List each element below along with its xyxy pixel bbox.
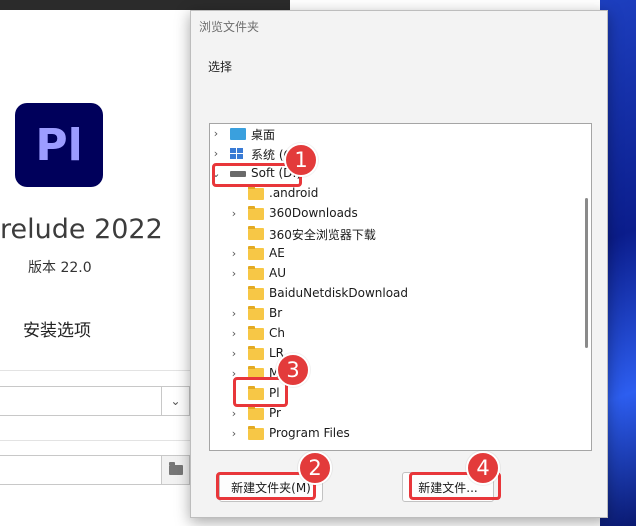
chevron-down-icon[interactable]: ⌄	[161, 387, 189, 415]
chevron-right-icon[interactable]: ›	[229, 267, 239, 281]
tree-item-label: Program Files	[269, 426, 350, 440]
tree-item-folder[interactable]: › Program Files	[210, 424, 580, 444]
product-name: relude 2022	[0, 214, 163, 245]
folder-icon	[248, 286, 264, 300]
tree-item-label: 360安全浏览器下载	[269, 228, 376, 242]
tree-item-label: 360Downloads	[269, 206, 358, 220]
app-logo: Pl	[15, 103, 103, 187]
tree-item-folder[interactable]: › 360Downloads	[210, 204, 580, 224]
tree-item-label: AE	[269, 246, 285, 260]
folder-icon	[248, 206, 264, 220]
folder-icon	[248, 346, 264, 360]
chevron-right-icon[interactable]: ›	[229, 207, 239, 221]
tree-item-label: Ch	[269, 326, 285, 340]
tree-item-folder[interactable]: › LR	[210, 344, 580, 364]
tree-item-folder[interactable]: › AU	[210, 264, 580, 284]
tree-item-folder[interactable]: 360安全浏览器下载	[210, 224, 580, 244]
tree-item-label: Pr	[269, 406, 281, 420]
chevron-right-icon[interactable]: ›	[229, 427, 239, 441]
step-badge-4: 4	[466, 451, 500, 485]
step-badge-2: 2	[298, 451, 332, 485]
tree-item-label: 桌面	[251, 128, 276, 142]
install-location-field[interactable]	[0, 455, 190, 485]
dialog-prompt: 选择	[208, 60, 233, 74]
divider	[0, 370, 190, 371]
chevron-right-icon[interactable]: ›	[211, 127, 221, 141]
chevron-right-icon[interactable]: ›	[229, 327, 239, 341]
desktop-icon	[230, 128, 246, 140]
version-label: 版本 22.0	[28, 260, 92, 276]
folder-icon	[248, 246, 264, 260]
tree-item-label: AU	[269, 266, 286, 280]
tree-item-folder[interactable]: BaiduNetdiskDownload	[210, 284, 580, 304]
language-select[interactable]: ⌄	[0, 386, 190, 416]
tree-item-folder[interactable]: .android	[210, 184, 580, 204]
system-drive-icon	[230, 148, 246, 160]
chevron-right-icon[interactable]: ›	[229, 307, 239, 321]
folder-icon	[248, 186, 264, 200]
dialog-title: 浏览文件夹	[199, 20, 260, 34]
folder-icon	[248, 266, 264, 280]
step-badge-1: 1	[284, 143, 318, 177]
tree-item-system-drive[interactable]: › 系统 (C:	[210, 144, 580, 164]
folder-icon	[248, 226, 264, 240]
chevron-right-icon[interactable]: ›	[211, 147, 221, 161]
tree-item-label: .android	[269, 186, 319, 200]
chevron-right-icon[interactable]: ›	[229, 247, 239, 261]
folder-icon	[248, 326, 264, 340]
folder-icon	[248, 306, 264, 320]
app-logo-text: Pl	[35, 119, 83, 171]
installer-titlebar	[0, 0, 290, 10]
folder-icon	[248, 426, 264, 440]
tree-item-folder[interactable]: › Br	[210, 304, 580, 324]
browse-folder-button[interactable]	[161, 456, 189, 484]
tree-item-label: BaiduNetdiskDownload	[269, 286, 409, 300]
tree-item-label: Br	[269, 306, 283, 320]
step-badge-3: 3	[276, 353, 310, 387]
folder-icon	[168, 462, 183, 475]
tree-item-desktop[interactable]: › 桌面	[210, 124, 580, 144]
tree-item-folder[interactable]: › AE	[210, 244, 580, 264]
scrollbar-thumb[interactable]	[585, 198, 588, 348]
install-options-title: 安装选项	[23, 321, 91, 341]
tree-item-folder[interactable]: › Pr	[210, 404, 580, 424]
folder-icon	[248, 406, 264, 420]
chevron-right-icon[interactable]: ›	[229, 407, 239, 421]
browse-folder-dialog: 浏览文件夹 选择 › 桌面 › 系统 (C: ⌄ Soft (D:) .andr…	[190, 10, 608, 518]
divider	[0, 440, 190, 441]
chevron-right-icon[interactable]: ›	[229, 347, 239, 361]
tree-scrollbar[interactable]	[585, 132, 589, 444]
tree-item-folder[interactable]: › Ch	[210, 324, 580, 344]
